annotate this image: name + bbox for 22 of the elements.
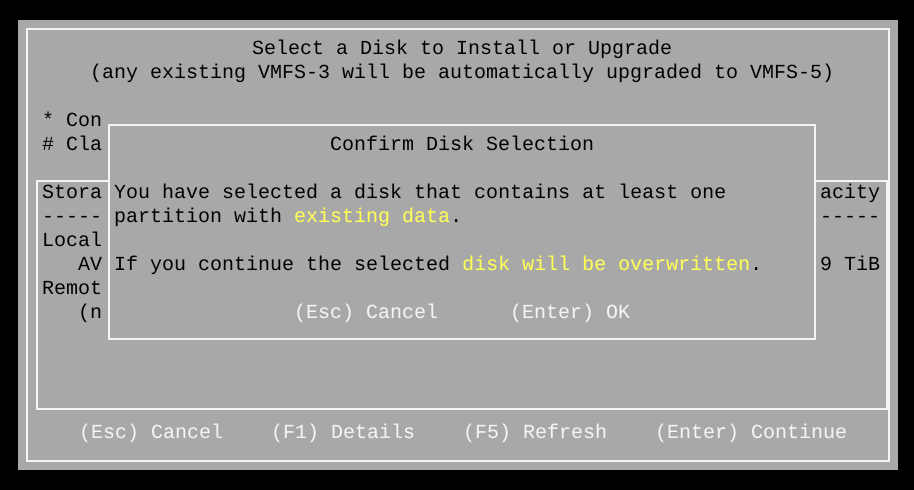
dialog-title: Confirm Disk Selection [330,134,594,158]
dialog-button[interactable]: (Esc) Cancel [294,302,438,326]
table-text: Stora [42,182,102,206]
table-text: Remot [42,278,102,302]
note-text: * Con [42,110,102,134]
note-text: # Cla [42,134,102,158]
footer-key-button[interactable]: (Esc) Cancel [79,422,224,446]
table-rule-text: ----- [42,206,102,230]
footer-key-button[interactable]: (Enter) Continue [655,422,848,446]
table-text: AV [77,254,102,278]
dialog-message: You have selected a disk that contains at least one partition with existing data. [114,182,726,230]
dialog-message: If you continue the selected disk will be overwritten. [114,254,762,278]
table-text: Local [42,230,102,254]
footer-key-button[interactable]: (F1) Details [271,422,416,446]
footer-key-button[interactable]: (F5) Refresh [463,422,608,446]
dialog-button[interactable]: (Enter) OK [510,302,630,326]
table-text: acity [820,182,880,206]
screen-title: (any existing VMFS-3 will be automatically upgraded to VMFS-5) [90,62,834,86]
screen-title: Select a Disk to Install or Upgrade [252,38,672,62]
table-text: 9 TiB [820,254,880,278]
table-rule-text: ----- [820,206,880,230]
table-text: (n [77,302,102,326]
